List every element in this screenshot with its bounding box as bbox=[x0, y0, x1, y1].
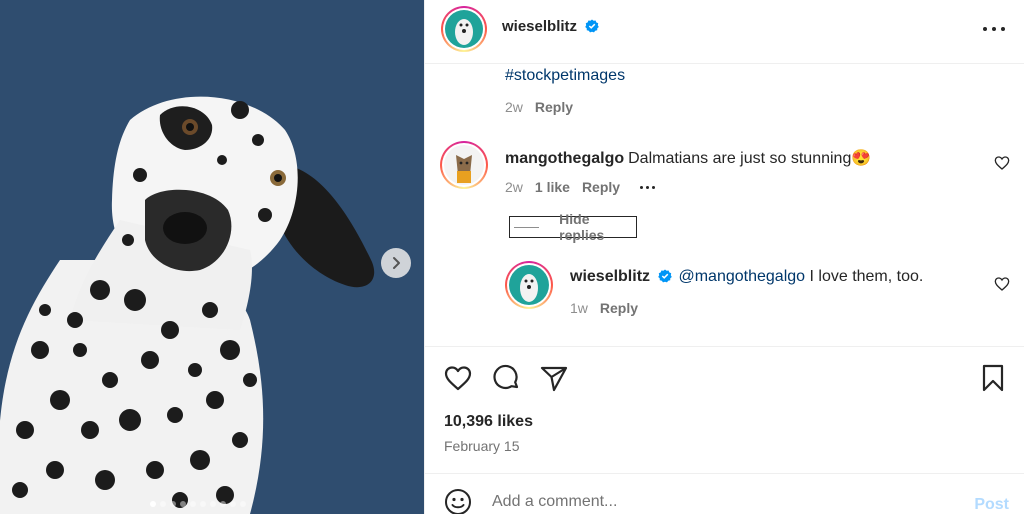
carousel-dot bbox=[240, 501, 246, 507]
carousel-dot bbox=[160, 501, 166, 507]
post-comment-button[interactable]: Post bbox=[974, 496, 1009, 514]
greyhound-avatar-image bbox=[444, 145, 484, 185]
share-icon[interactable] bbox=[539, 363, 569, 393]
carousel-dot bbox=[180, 501, 186, 507]
dalmatian-photo bbox=[0, 96, 375, 514]
caption-reply-button[interactable]: Reply bbox=[535, 99, 573, 115]
post-details-panel: wieselblitz #stockpetimages 2w Reply mang… bbox=[424, 0, 1024, 514]
comment-likes[interactable]: 1 like bbox=[535, 179, 570, 195]
heart-icon[interactable] bbox=[443, 363, 473, 393]
reply-text: I love them, too. bbox=[809, 268, 924, 285]
like-reply-heart-icon[interactable] bbox=[994, 276, 1010, 292]
carousel-dot bbox=[190, 501, 196, 507]
next-slide-button[interactable] bbox=[381, 248, 411, 278]
dalmatian-avatar-image bbox=[445, 10, 483, 48]
commenter-username[interactable]: mangothegalgo bbox=[505, 150, 624, 167]
comment-meta: 2w 1 like Reply bbox=[505, 179, 656, 195]
comment-more-button[interactable] bbox=[640, 185, 656, 189]
likes-count[interactable]: 10,396 likes bbox=[444, 413, 533, 431]
post-media[interactable] bbox=[0, 0, 424, 514]
dot bbox=[1001, 27, 1005, 31]
heart-eyes-emoji: 😍 bbox=[851, 150, 872, 167]
emoji-icon[interactable] bbox=[444, 488, 472, 514]
carousel-dot bbox=[200, 501, 206, 507]
carousel-dot bbox=[170, 501, 176, 507]
hide-replies-line bbox=[514, 226, 540, 228]
reply-author-avatar[interactable] bbox=[505, 261, 553, 309]
verified-badge-icon bbox=[585, 19, 600, 33]
post-header: wieselblitz bbox=[425, 0, 1024, 64]
caption-meta: 2w Reply bbox=[505, 99, 573, 115]
dot bbox=[983, 27, 987, 31]
comment-body: mangothegalgo Dalmatians are just so stun… bbox=[505, 148, 871, 168]
comment-input[interactable] bbox=[492, 493, 952, 511]
comment-composer: Post bbox=[425, 473, 1024, 514]
carousel-dot bbox=[210, 501, 216, 507]
dot bbox=[992, 27, 996, 31]
author-username[interactable]: wieselblitz bbox=[502, 18, 577, 35]
comment-text: Dalmatians are just so stunning bbox=[628, 150, 852, 167]
verified-badge-icon bbox=[658, 269, 673, 283]
reply-meta: 1w Reply bbox=[570, 300, 638, 316]
reply-mention-link[interactable]: @mangothegalgo bbox=[678, 268, 805, 285]
reply-body: wieselblitz @mangothegalgo I love them, … bbox=[570, 268, 923, 286]
carousel-dot bbox=[150, 501, 156, 507]
bookmark-icon[interactable] bbox=[978, 363, 1008, 393]
carousel-dot bbox=[230, 501, 236, 507]
author-avatar[interactable] bbox=[441, 6, 487, 52]
reply-age: 1w bbox=[570, 300, 588, 316]
like-comment-heart-icon[interactable] bbox=[994, 155, 1010, 171]
carousel-dot bbox=[220, 501, 226, 507]
dalmatian-avatar-image bbox=[509, 265, 549, 305]
carousel-indicator bbox=[150, 501, 246, 507]
comment-reply-button[interactable]: Reply bbox=[582, 179, 620, 195]
more-options-button[interactable] bbox=[983, 20, 1005, 38]
caption-hashtag[interactable]: #stockpetimages bbox=[505, 67, 625, 85]
hide-replies-button[interactable]: Hide replies bbox=[509, 211, 637, 243]
reply-reply-button[interactable]: Reply bbox=[600, 300, 638, 316]
post-date: February 15 bbox=[444, 438, 520, 454]
post-actions bbox=[443, 363, 569, 393]
comment-age: 2w bbox=[505, 179, 523, 195]
comment-icon[interactable] bbox=[491, 363, 521, 393]
hide-replies-label: Hide replies bbox=[559, 211, 605, 243]
comments-divider bbox=[425, 346, 1024, 347]
caption-age: 2w bbox=[505, 99, 523, 115]
reply-username[interactable]: wieselblitz bbox=[570, 268, 650, 285]
commenter-avatar[interactable] bbox=[440, 141, 488, 189]
chevron-right-icon bbox=[393, 257, 400, 269]
